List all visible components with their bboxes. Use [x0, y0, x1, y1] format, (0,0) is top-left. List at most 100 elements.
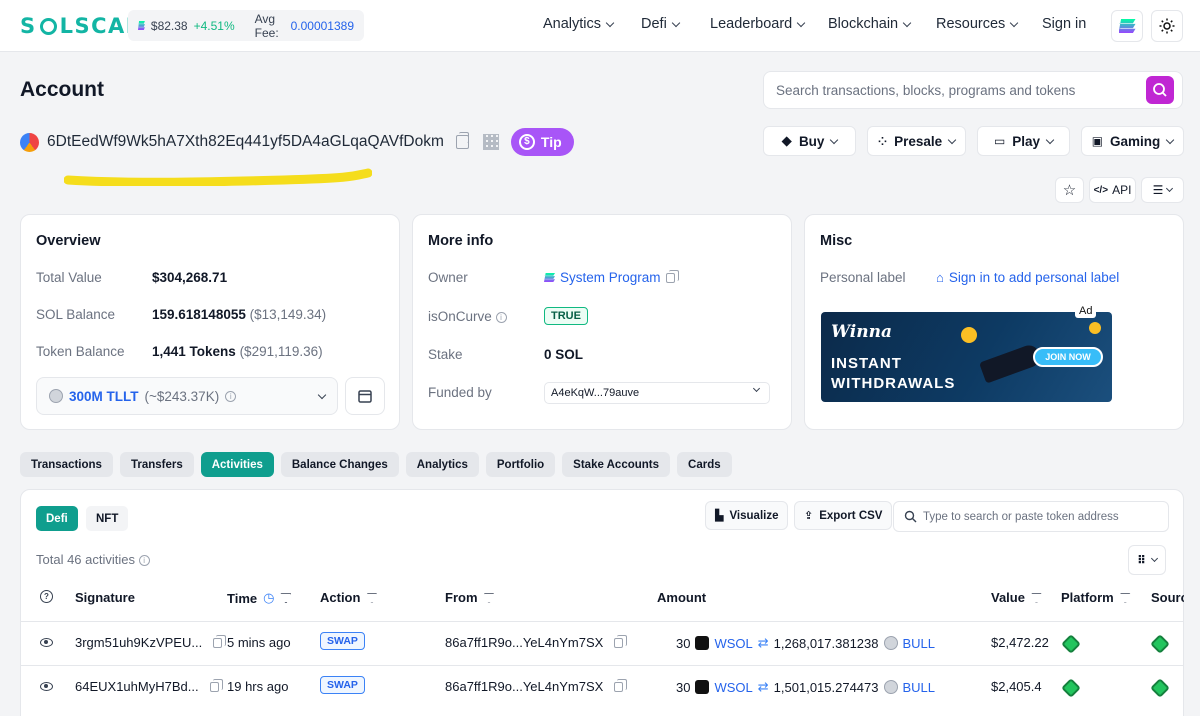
copy-icon[interactable] — [209, 678, 223, 692]
filter-icon[interactable] — [366, 592, 378, 603]
ad-banner[interactable]: Winna INSTANT WITHDRAWALS JOIN NOW — [821, 312, 1112, 402]
row-from[interactable]: 86a7ff1R9o...YeL4nYm7SX — [445, 678, 628, 694]
yellow-highlight-mark — [64, 168, 372, 186]
sign-in-link[interactable]: Sign in — [1042, 16, 1086, 32]
tab-stake-accounts[interactable]: Stake Accounts — [562, 452, 671, 477]
amount-out: 1,268,017.381238 — [773, 635, 879, 651]
wsol-token-icon — [695, 636, 710, 650]
tab-balance-changes[interactable]: Balance Changes — [280, 452, 399, 477]
play-label: Play — [1012, 133, 1041, 149]
coin-icon — [1089, 322, 1101, 334]
presale-label: Presale — [894, 133, 943, 149]
tab-activities[interactable]: Activities — [200, 452, 274, 477]
search-input[interactable]: Search transactions, blocks, programs an… — [763, 71, 1183, 109]
subtab-defi[interactable]: Defi — [36, 506, 78, 531]
buy-dropdown[interactable]: ◆ Buy — [763, 126, 856, 156]
gaming-dropdown[interactable]: ▣ Gaming — [1081, 126, 1184, 156]
presale-dropdown[interactable]: ⁘ Presale — [867, 126, 966, 156]
list-icon: ☰ — [1152, 183, 1164, 197]
filter-icon[interactable] — [483, 592, 495, 603]
isoncurve-badge: TRUE — [544, 307, 588, 325]
export-csv-button[interactable]: ⇪ Export CSV — [794, 501, 893, 530]
swap-arrows-icon: ⇄ — [757, 635, 769, 650]
nav-resources[interactable]: Resources — [936, 16, 1019, 32]
signature-text: 64EUX1uhMyH7Bd... — [75, 679, 199, 694]
eye-icon[interactable] — [40, 682, 53, 691]
row-platform[interactable] — [1061, 634, 1081, 654]
copy-icon[interactable] — [614, 678, 628, 692]
filter-icon[interactable] — [280, 593, 292, 603]
token-select[interactable]: 300M TLLT (~$243.37K) i — [36, 377, 338, 415]
more-options-button[interactable]: ☰ — [1141, 177, 1184, 203]
personal-label-link[interactable]: ⌂ Sign in to add personal label — [936, 270, 1119, 285]
chevron-down-icon — [947, 135, 957, 144]
visualize-label: Visualize — [729, 509, 779, 522]
ad-join-button[interactable]: JOIN NOW — [1033, 347, 1103, 367]
qr-code-icon[interactable] — [482, 134, 499, 150]
tip-button[interactable]: $ Tip — [510, 128, 574, 156]
row-from[interactable]: 86a7ff1R9o...YeL4nYm7SX — [445, 634, 628, 650]
column-settings-button[interactable]: ⠿ — [1128, 545, 1166, 575]
row-time: 19 hrs ago — [227, 679, 289, 694]
clock-icon[interactable]: ◷ — [263, 590, 274, 606]
row-source[interactable] — [1150, 634, 1170, 654]
eye-icon[interactable] — [40, 638, 53, 647]
solscan-logo[interactable]: S LSCAN — [20, 14, 145, 38]
row-value: $2,405.4 — [991, 679, 1042, 694]
token-out-link[interactable]: BULL — [903, 636, 936, 651]
theme-toggle-button[interactable] — [1151, 10, 1183, 42]
token-search-input[interactable]: Type to search or paste token address — [893, 501, 1169, 532]
monitor-icon: ▭ — [993, 134, 1006, 148]
sol-balance: 159.618148055 ($13,149.34) — [152, 307, 326, 322]
token-in-link[interactable]: WSOL — [714, 636, 752, 651]
owner-link[interactable]: System Program — [544, 269, 679, 285]
copy-icon[interactable] — [614, 634, 628, 648]
calendar-button[interactable] — [345, 377, 385, 415]
table-row: 3rgm51uh9KzVPEU... 5 mins ago SWAP 86a7f… — [21, 621, 1183, 665]
buy-label: Buy — [798, 133, 825, 149]
column-from: From — [445, 590, 495, 605]
copy-icon[interactable] — [213, 634, 227, 648]
row-action: SWAP — [320, 676, 365, 694]
row-signature[interactable]: 64EUX1uhMyH7Bd... — [75, 678, 223, 694]
column-help: ? — [40, 590, 53, 603]
funded-by-select[interactable]: A4eKqW...79auve — [544, 382, 770, 404]
total-activities: Total 46 activities i — [36, 552, 150, 567]
avg-fee-value: 0.00001389 — [290, 18, 354, 33]
info-icon: i — [225, 390, 237, 402]
tab-analytics[interactable]: Analytics — [405, 452, 479, 477]
row-source[interactable] — [1150, 678, 1170, 698]
tab-cards[interactable]: Cards — [677, 452, 732, 477]
copy-icon[interactable] — [665, 269, 679, 283]
solana-network-button[interactable] — [1111, 10, 1143, 42]
nav-leaderboard[interactable]: Leaderboard — [710, 16, 806, 32]
nav-blockchain[interactable]: Blockchain — [828, 16, 912, 32]
filter-icon[interactable] — [1030, 592, 1042, 603]
token-out-link[interactable]: BULL — [903, 680, 936, 695]
ad-text-1: INSTANT — [831, 355, 902, 372]
filter-icon[interactable] — [1119, 592, 1131, 603]
favorite-button[interactable]: ☆ — [1055, 177, 1084, 203]
api-button[interactable]: </> API — [1089, 177, 1136, 203]
chart-icon: ▙ — [715, 510, 724, 522]
chevron-down-icon — [752, 384, 761, 393]
play-dropdown[interactable]: ▭ Play — [977, 126, 1070, 156]
copy-icon[interactable] — [455, 132, 469, 149]
tab-portfolio[interactable]: Portfolio — [485, 452, 556, 477]
tab-transfers[interactable]: Transfers — [119, 452, 194, 477]
nav-analytics[interactable]: Analytics — [543, 16, 615, 32]
amount-in: 30 — [676, 635, 691, 651]
ad-tag: Ad — [1075, 304, 1097, 318]
tab-transactions[interactable]: Transactions — [20, 452, 113, 477]
funded-by-label: Funded by — [428, 385, 492, 400]
row-signature[interactable]: 3rgm51uh9KzVPEU... — [75, 634, 227, 650]
chevron-down-icon — [902, 18, 912, 27]
chevron-down-icon — [1166, 184, 1174, 193]
subtab-nft[interactable]: NFT — [86, 506, 129, 531]
token-in-link[interactable]: WSOL — [714, 680, 752, 695]
search-button[interactable] — [1146, 76, 1174, 104]
row-platform[interactable] — [1061, 678, 1081, 698]
column-signature: Signature — [75, 590, 135, 605]
visualize-button[interactable]: ▙ Visualize — [705, 501, 789, 530]
nav-defi[interactable]: Defi — [641, 16, 681, 32]
